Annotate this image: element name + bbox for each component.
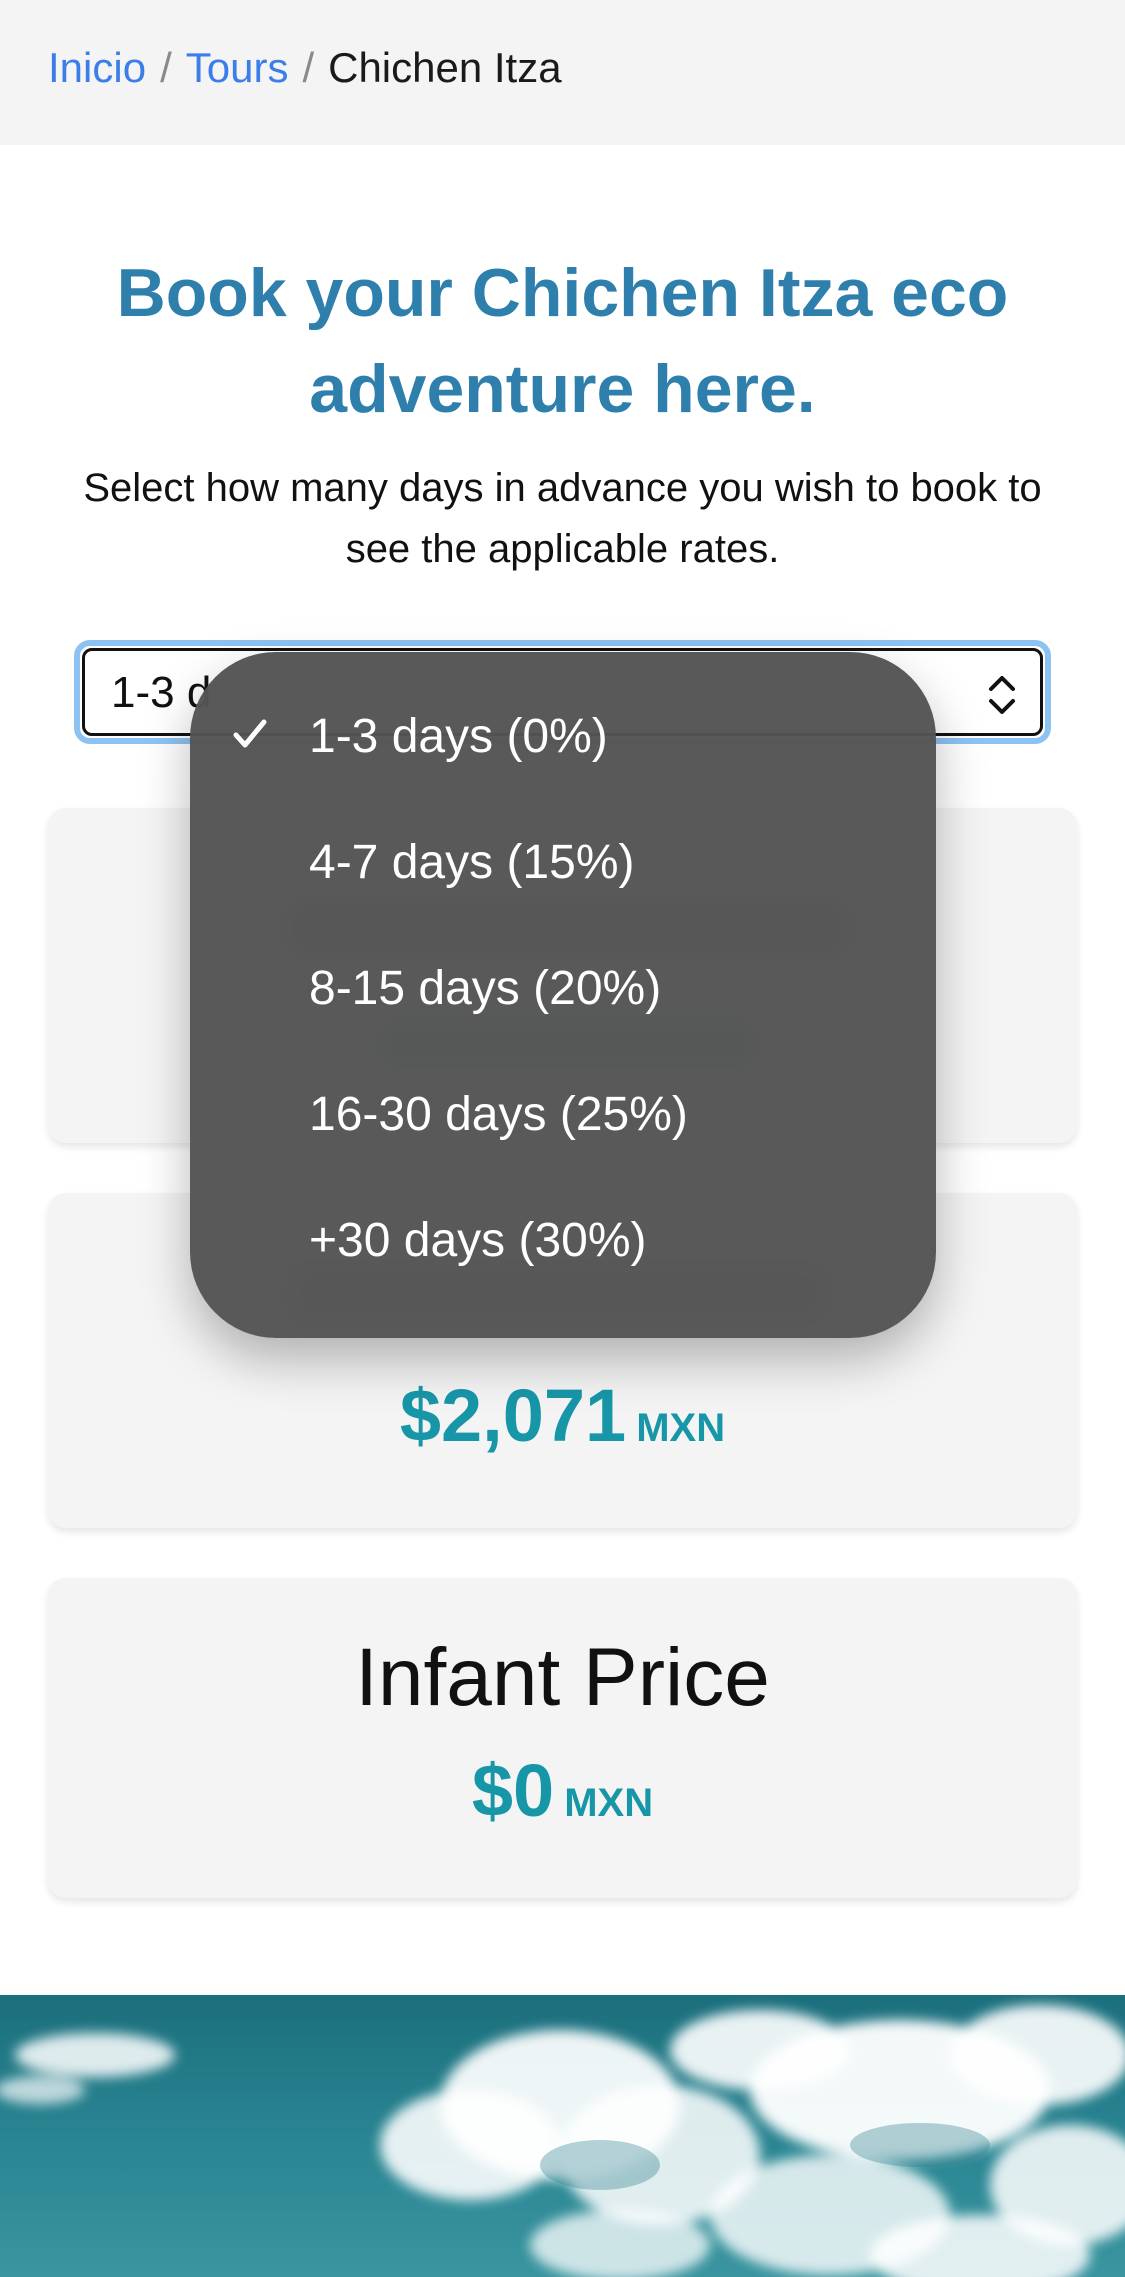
dropdown-option-1-3-days[interactable]: 1-3 days (0%) — [190, 674, 936, 800]
infant-price-card: Infant Price $0 MXN — [48, 1578, 1077, 1898]
card-title: Infant Price — [355, 1632, 770, 1723]
dropdown-option-label: 8-15 days (20%) — [309, 962, 662, 1015]
breadcrumb-link-inicio[interactable]: Inicio — [48, 44, 146, 91]
dropdown-option-30-plus-days[interactable]: +30 days (30%) — [190, 1178, 936, 1304]
dropdown-option-label: 16-30 days (25%) — [309, 1088, 688, 1141]
checkmark-icon — [233, 719, 267, 748]
price-amount: $2,071 — [399, 1374, 627, 1457]
breadcrumb: Inicio / Tours / Chichen Itza — [48, 40, 562, 96]
clouds-illustration — [0, 2005, 1125, 2277]
infant-price: $0 MXN — [48, 1748, 1077, 1833]
dropdown-option-label: 1-3 days (0%) — [309, 710, 608, 763]
price-currency: MXN — [564, 1781, 654, 1825]
rate-dropdown-menu: 1-3 days (0%) 4-7 days (15%) 8-15 days (… — [190, 652, 936, 1338]
dropdown-option-label: 4-7 days (15%) — [309, 836, 635, 889]
page-subtitle: Select how many days in advance you wish… — [83, 466, 1042, 571]
dropdown-option-4-7-days[interactable]: 4-7 days (15%) — [190, 800, 936, 926]
breadcrumb-bar: Inicio / Tours / Chichen Itza — [0, 0, 1125, 145]
price-amount: $0 — [471, 1749, 555, 1832]
hero-sky-image — [0, 1995, 1125, 2277]
breadcrumb-separator: / — [160, 44, 172, 91]
breadcrumb-link-tours[interactable]: Tours — [186, 44, 289, 91]
chevron-up-down-icon — [989, 676, 1015, 714]
dropdown-option-label: +30 days (30%) — [309, 1214, 647, 1267]
price-currency: MXN — [636, 1406, 726, 1450]
dropdown-option-16-30-days[interactable]: 16-30 days (25%) — [190, 1052, 936, 1178]
breadcrumb-separator: / — [302, 44, 315, 91]
dropdown-option-8-15-days[interactable]: 8-15 days (20%) — [190, 926, 936, 1052]
breadcrumb-current: Chichen Itza — [328, 44, 562, 91]
page-title: Book your Chichen Itza eco adventure her… — [116, 255, 1009, 427]
child-price: $2,071 MXN — [48, 1373, 1077, 1458]
